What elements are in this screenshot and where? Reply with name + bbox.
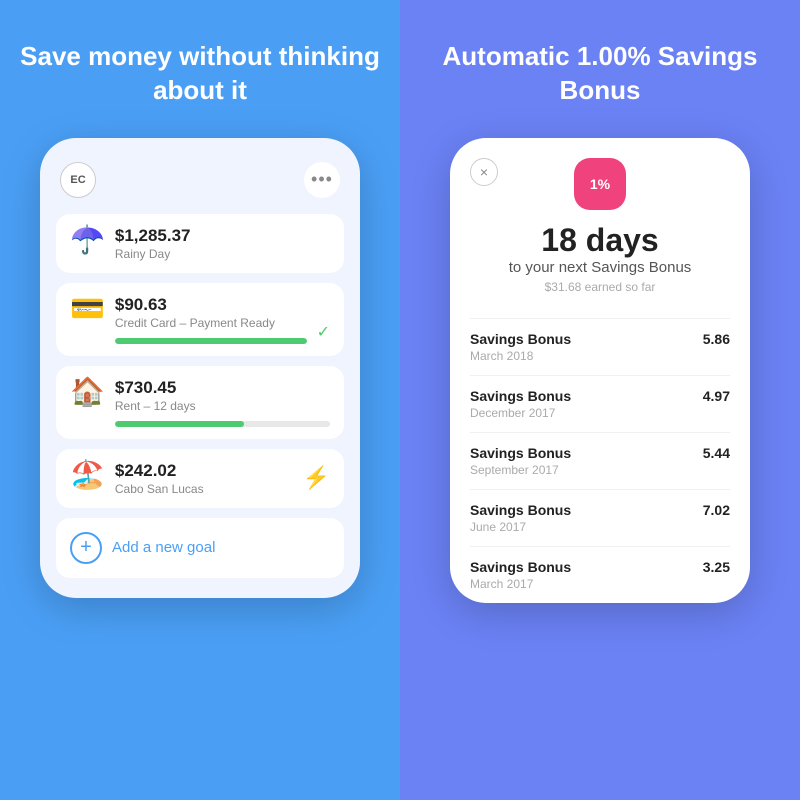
goal-emoji: 🏠 bbox=[70, 378, 105, 406]
check-icon: ✓ bbox=[317, 322, 330, 342]
avatar: EC bbox=[60, 162, 96, 198]
dots-menu-button[interactable]: ••• bbox=[304, 162, 340, 198]
savings-name: Savings Bonus bbox=[470, 388, 571, 404]
savings-name: Savings Bonus bbox=[470, 559, 571, 575]
goal-amount: $730.45 bbox=[115, 378, 330, 398]
savings-name: Savings Bonus bbox=[470, 331, 571, 347]
savings-name: Savings Bonus bbox=[470, 445, 571, 461]
savings-name: Savings Bonus bbox=[470, 502, 571, 518]
goal-amount: $242.02 bbox=[115, 461, 293, 481]
savings-row-left: Savings Bonus March 2017 bbox=[470, 559, 571, 591]
savings-row: Savings Bonus September 2017 5.44 bbox=[470, 432, 730, 489]
progress-fill bbox=[115, 338, 307, 344]
savings-list: Savings Bonus March 2018 5.86 Savings Bo… bbox=[450, 318, 750, 603]
savings-row-left: Savings Bonus December 2017 bbox=[470, 388, 571, 420]
days-count: 18 days bbox=[541, 222, 658, 259]
goal-emoji: ☂️ bbox=[70, 226, 105, 254]
savings-date: June 2017 bbox=[470, 520, 571, 534]
right-panel: Automatic 1.00% Savings Bonus × 1% 18 da… bbox=[400, 0, 800, 800]
percent-badge: 1% bbox=[574, 158, 626, 210]
savings-date: March 2018 bbox=[470, 349, 571, 363]
goal-label: Rainy Day bbox=[115, 247, 330, 261]
goal-info: $1,285.37 Rainy Day bbox=[115, 226, 330, 261]
left-title: Save money without thinking about it bbox=[20, 40, 380, 108]
add-goal-label: Add a new goal bbox=[112, 539, 215, 556]
savings-date: September 2017 bbox=[470, 463, 571, 477]
savings-row-left: Savings Bonus June 2017 bbox=[470, 502, 571, 534]
goal-emoji: 🏖️ bbox=[70, 461, 105, 489]
lightning-icon: ⚡ bbox=[303, 465, 330, 491]
progress-fill bbox=[115, 421, 244, 427]
phone-left: EC ••• ☂️ $1,285.37 Rainy Day 💳 $90.63 C… bbox=[40, 138, 360, 598]
savings-row: Savings Bonus December 2017 4.97 bbox=[470, 375, 730, 432]
savings-date: March 2017 bbox=[470, 577, 571, 591]
phone-topbar: EC ••• bbox=[56, 162, 344, 198]
savings-amount: 5.86 bbox=[703, 331, 730, 347]
goal-amount: $90.63 bbox=[115, 295, 307, 315]
savings-row-left: Savings Bonus September 2017 bbox=[470, 445, 571, 477]
goal-label: Rent – 12 days bbox=[115, 399, 330, 413]
add-goal-button[interactable]: + Add a new goal bbox=[56, 518, 344, 578]
goals-list: ☂️ $1,285.37 Rainy Day 💳 $90.63 Credit C… bbox=[56, 214, 344, 508]
earned-text: $31.68 earned so far bbox=[545, 280, 656, 294]
savings-amount: 3.25 bbox=[703, 559, 730, 575]
savings-row-left: Savings Bonus March 2018 bbox=[470, 331, 571, 363]
goal-card: 💳 $90.63 Credit Card – Payment Ready ✓ bbox=[56, 283, 344, 356]
phone-right: × 1% 18 days to your next Savings Bonus … bbox=[450, 138, 750, 603]
savings-row: Savings Bonus March 2017 3.25 bbox=[470, 546, 730, 603]
savings-amount: 5.44 bbox=[703, 445, 730, 461]
days-label: to your next Savings Bonus bbox=[509, 259, 692, 276]
add-goal-plus-icon: + bbox=[70, 532, 102, 564]
goal-label: Cabo San Lucas bbox=[115, 482, 293, 496]
goal-card: 🏖️ $242.02 Cabo San Lucas ⚡ bbox=[56, 449, 344, 508]
progress-bar bbox=[115, 421, 330, 427]
savings-amount: 4.97 bbox=[703, 388, 730, 404]
goal-label: Credit Card – Payment Ready bbox=[115, 316, 307, 330]
goal-info: $90.63 Credit Card – Payment Ready bbox=[115, 295, 307, 344]
goal-info: $730.45 Rent – 12 days bbox=[115, 378, 330, 427]
goal-card: ☂️ $1,285.37 Rainy Day bbox=[56, 214, 344, 273]
progress-bar bbox=[115, 338, 307, 344]
close-button[interactable]: × bbox=[470, 158, 498, 186]
savings-date: December 2017 bbox=[470, 406, 571, 420]
goal-card: 🏠 $730.45 Rent – 12 days bbox=[56, 366, 344, 439]
goal-amount: $1,285.37 bbox=[115, 226, 330, 246]
savings-row: Savings Bonus March 2018 5.86 bbox=[470, 318, 730, 375]
goal-emoji: 💳 bbox=[70, 295, 105, 323]
savings-row: Savings Bonus June 2017 7.02 bbox=[470, 489, 730, 546]
right-title: Automatic 1.00% Savings Bonus bbox=[420, 40, 780, 108]
savings-amount: 7.02 bbox=[703, 502, 730, 518]
left-panel: Save money without thinking about it EC … bbox=[0, 0, 400, 800]
phone-right-header: × 1% 18 days to your next Savings Bonus … bbox=[450, 158, 750, 318]
goal-info: $242.02 Cabo San Lucas bbox=[115, 461, 293, 496]
